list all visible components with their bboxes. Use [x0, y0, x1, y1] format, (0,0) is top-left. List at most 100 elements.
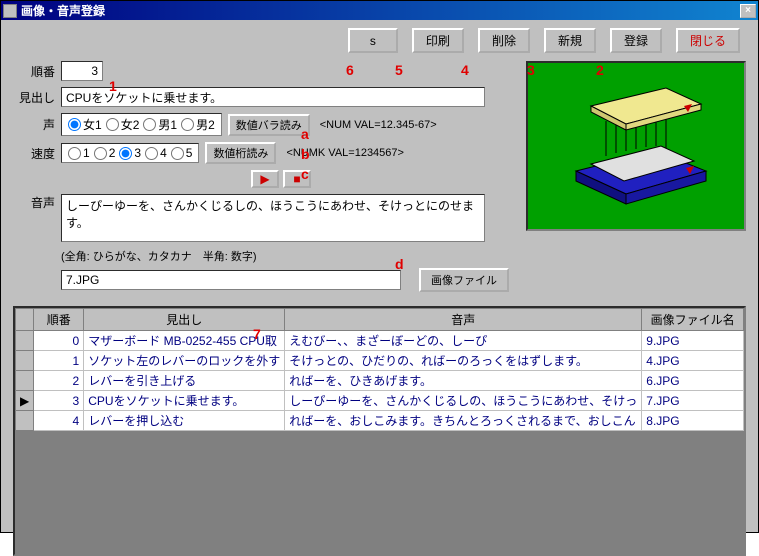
speed-3[interactable]: 3 [119, 146, 141, 160]
cell-audio[interactable]: しーぴーゆーを、さんかくじるしの、ほうこうにあわせ、そけっ [285, 391, 642, 411]
speed-radio-group: 1 2 3 4 5 [61, 143, 199, 163]
print-button[interactable]: 印刷 [412, 28, 464, 53]
numval-button[interactable]: 数値バラ読み [228, 114, 310, 136]
order-row: 順番 [13, 61, 516, 81]
new-button[interactable]: 新規 [544, 28, 596, 53]
grid-container: 順番 見出し 音声 画像ファイル名 0マザーボード MB-0252-455 CP… [13, 306, 746, 556]
delete-button[interactable]: 削除 [478, 28, 530, 53]
grid-header-row: 順番 見出し 音声 画像ファイル名 [16, 309, 744, 331]
stop-icon: ■ [293, 172, 300, 186]
annot-6: 6 [346, 62, 354, 78]
table-row[interactable]: 2レバーを引き上げるればーを、ひきあげます。6.JPG [16, 371, 744, 391]
titlebar: 画像・音声登録 × [1, 1, 758, 20]
annot-4: 4 [461, 62, 469, 78]
s-button[interactable]: s [348, 28, 398, 53]
col-audio[interactable]: 音声 [285, 309, 642, 331]
cell-audio[interactable]: えむびー、、まざーぼーどの、しーぴ [285, 331, 642, 351]
col-file[interactable]: 画像ファイル名 [642, 309, 744, 331]
cell-order[interactable]: 4 [34, 411, 84, 431]
voice-radio-group: 女1 女2 男1 男2 [61, 113, 222, 136]
speed-1[interactable]: 1 [68, 146, 90, 160]
voice-m1-radio[interactable] [143, 118, 156, 131]
register-button[interactable]: 登録 [610, 28, 662, 53]
heading-input[interactable] [61, 87, 485, 107]
voice-label: 声 [13, 116, 55, 133]
cell-heading[interactable]: CPUをソケットに乗せます。 [84, 391, 285, 411]
heading-row: 見出し [13, 87, 516, 107]
speed-4[interactable]: 4 [145, 146, 167, 160]
table-row[interactable]: 4レバーを押し込むればーを、おしこみます。きちんとろっくされるまで、おしこん8.… [16, 411, 744, 431]
cell-heading[interactable]: レバーを押し込む [84, 411, 285, 431]
speed-row: 速度 1 2 3 4 5 数値桁読み <NUMK VAL=1234567> [13, 142, 516, 164]
cell-heading[interactable]: レバーを引き上げる [84, 371, 285, 391]
voice-f2-radio[interactable] [106, 118, 119, 131]
file-input[interactable] [61, 270, 401, 290]
audio-label: 音声 [13, 194, 55, 211]
cell-audio[interactable]: ればーを、ひきあげます。 [285, 371, 642, 391]
numk-button[interactable]: 数値桁読み [205, 142, 276, 164]
voice-f1-radio[interactable] [68, 118, 81, 131]
speed-3-radio[interactable] [119, 147, 132, 160]
audio-row: 音声 しーぴーゆーを、さんかくじるしの、ほうこうにあわせ、そけっとにのせます。 [13, 194, 516, 242]
cell-heading[interactable]: ソケット左のレバーのロックを外す [84, 351, 285, 371]
window-title: 画像・音声登録 [21, 2, 740, 19]
voice-m1[interactable]: 男1 [143, 116, 177, 133]
cell-order[interactable]: 1 [34, 351, 84, 371]
speed-4-radio[interactable] [145, 147, 158, 160]
row-selector[interactable] [16, 371, 34, 391]
row-selector[interactable] [16, 411, 34, 431]
speed-5-radio[interactable] [171, 147, 184, 160]
form-column: 順番 見出し 声 女1 女2 男1 男2 数値バラ読み <N [13, 61, 516, 298]
annot-3: 3 [527, 62, 535, 78]
voice-f2[interactable]: 女2 [106, 116, 140, 133]
cell-order[interactable]: 2 [34, 371, 84, 391]
grid-empty-area [15, 431, 744, 556]
cell-file[interactable]: 8.JPG [642, 411, 744, 431]
heading-label: 見出し [13, 89, 55, 106]
table-row[interactable]: 1ソケット左のレバーのロックを外すそけっとの、ひだりの、ればーのろっくをはずしま… [16, 351, 744, 371]
row-selector[interactable]: ▶ [16, 391, 34, 411]
form-area: 順番 見出し 声 女1 女2 男1 男2 数値バラ読み <N [13, 61, 746, 298]
table-row[interactable]: 0マザーボード MB-0252-455 CPU取えむびー、、まざーぼーどの、しー… [16, 331, 744, 351]
annot-c: c [301, 166, 309, 182]
cell-file[interactable]: 7.JPG [642, 391, 744, 411]
cpu-diagram-icon [546, 76, 726, 216]
cell-order[interactable]: 3 [34, 391, 84, 411]
file-row: 画像ファイル [61, 268, 516, 292]
data-grid[interactable]: 順番 見出し 音声 画像ファイル名 0マザーボード MB-0252-455 CP… [15, 308, 744, 431]
audio-hint: (全角: ひらがな、カタカナ 半角: 数字) [61, 248, 516, 264]
cell-file[interactable]: 9.JPG [642, 331, 744, 351]
window-close-button[interactable]: × [740, 4, 756, 18]
cell-file[interactable]: 6.JPG [642, 371, 744, 391]
speed-2[interactable]: 2 [94, 146, 116, 160]
speed-5[interactable]: 5 [171, 146, 193, 160]
annot-1: 1 [109, 78, 117, 94]
col-order[interactable]: 順番 [34, 309, 84, 331]
cell-order[interactable]: 0 [34, 331, 84, 351]
annot-a: a [301, 126, 309, 142]
voice-m2[interactable]: 男2 [181, 116, 215, 133]
close-button[interactable]: 閉じる [676, 28, 740, 53]
numval-text: <NUM VAL=12.345-67> [320, 119, 437, 131]
row-selector[interactable] [16, 331, 34, 351]
voice-m2-radio[interactable] [181, 118, 194, 131]
speed-label: 速度 [13, 145, 55, 162]
audio-textarea[interactable]: しーぴーゆーを、さんかくじるしの、ほうこうにあわせ、そけっとにのせます。 [61, 194, 485, 242]
row-selector[interactable] [16, 351, 34, 371]
app-icon [3, 4, 17, 18]
order-input[interactable] [61, 61, 103, 81]
voice-f1[interactable]: 女1 [68, 116, 102, 133]
speed-1-radio[interactable] [68, 147, 81, 160]
cell-audio[interactable]: そけっとの、ひだりの、ればーのろっくをはずします。 [285, 351, 642, 371]
speed-2-radio[interactable] [94, 147, 107, 160]
cell-file[interactable]: 4.JPG [642, 351, 744, 371]
file-button[interactable]: 画像ファイル [419, 268, 509, 292]
annot-d: d [395, 256, 404, 272]
play-button[interactable]: ▶ [251, 170, 279, 188]
table-row[interactable]: ▶3CPUをソケットに乗せます。しーぴーゆーを、さんかくじるしの、ほうこうにあわ… [16, 391, 744, 411]
order-label: 順番 [13, 63, 55, 80]
play-icon: ▶ [260, 172, 269, 186]
grid-corner [16, 309, 34, 331]
annot-b: b [301, 146, 310, 162]
cell-audio[interactable]: ればーを、おしこみます。きちんとろっくされるまで、おしこん [285, 411, 642, 431]
